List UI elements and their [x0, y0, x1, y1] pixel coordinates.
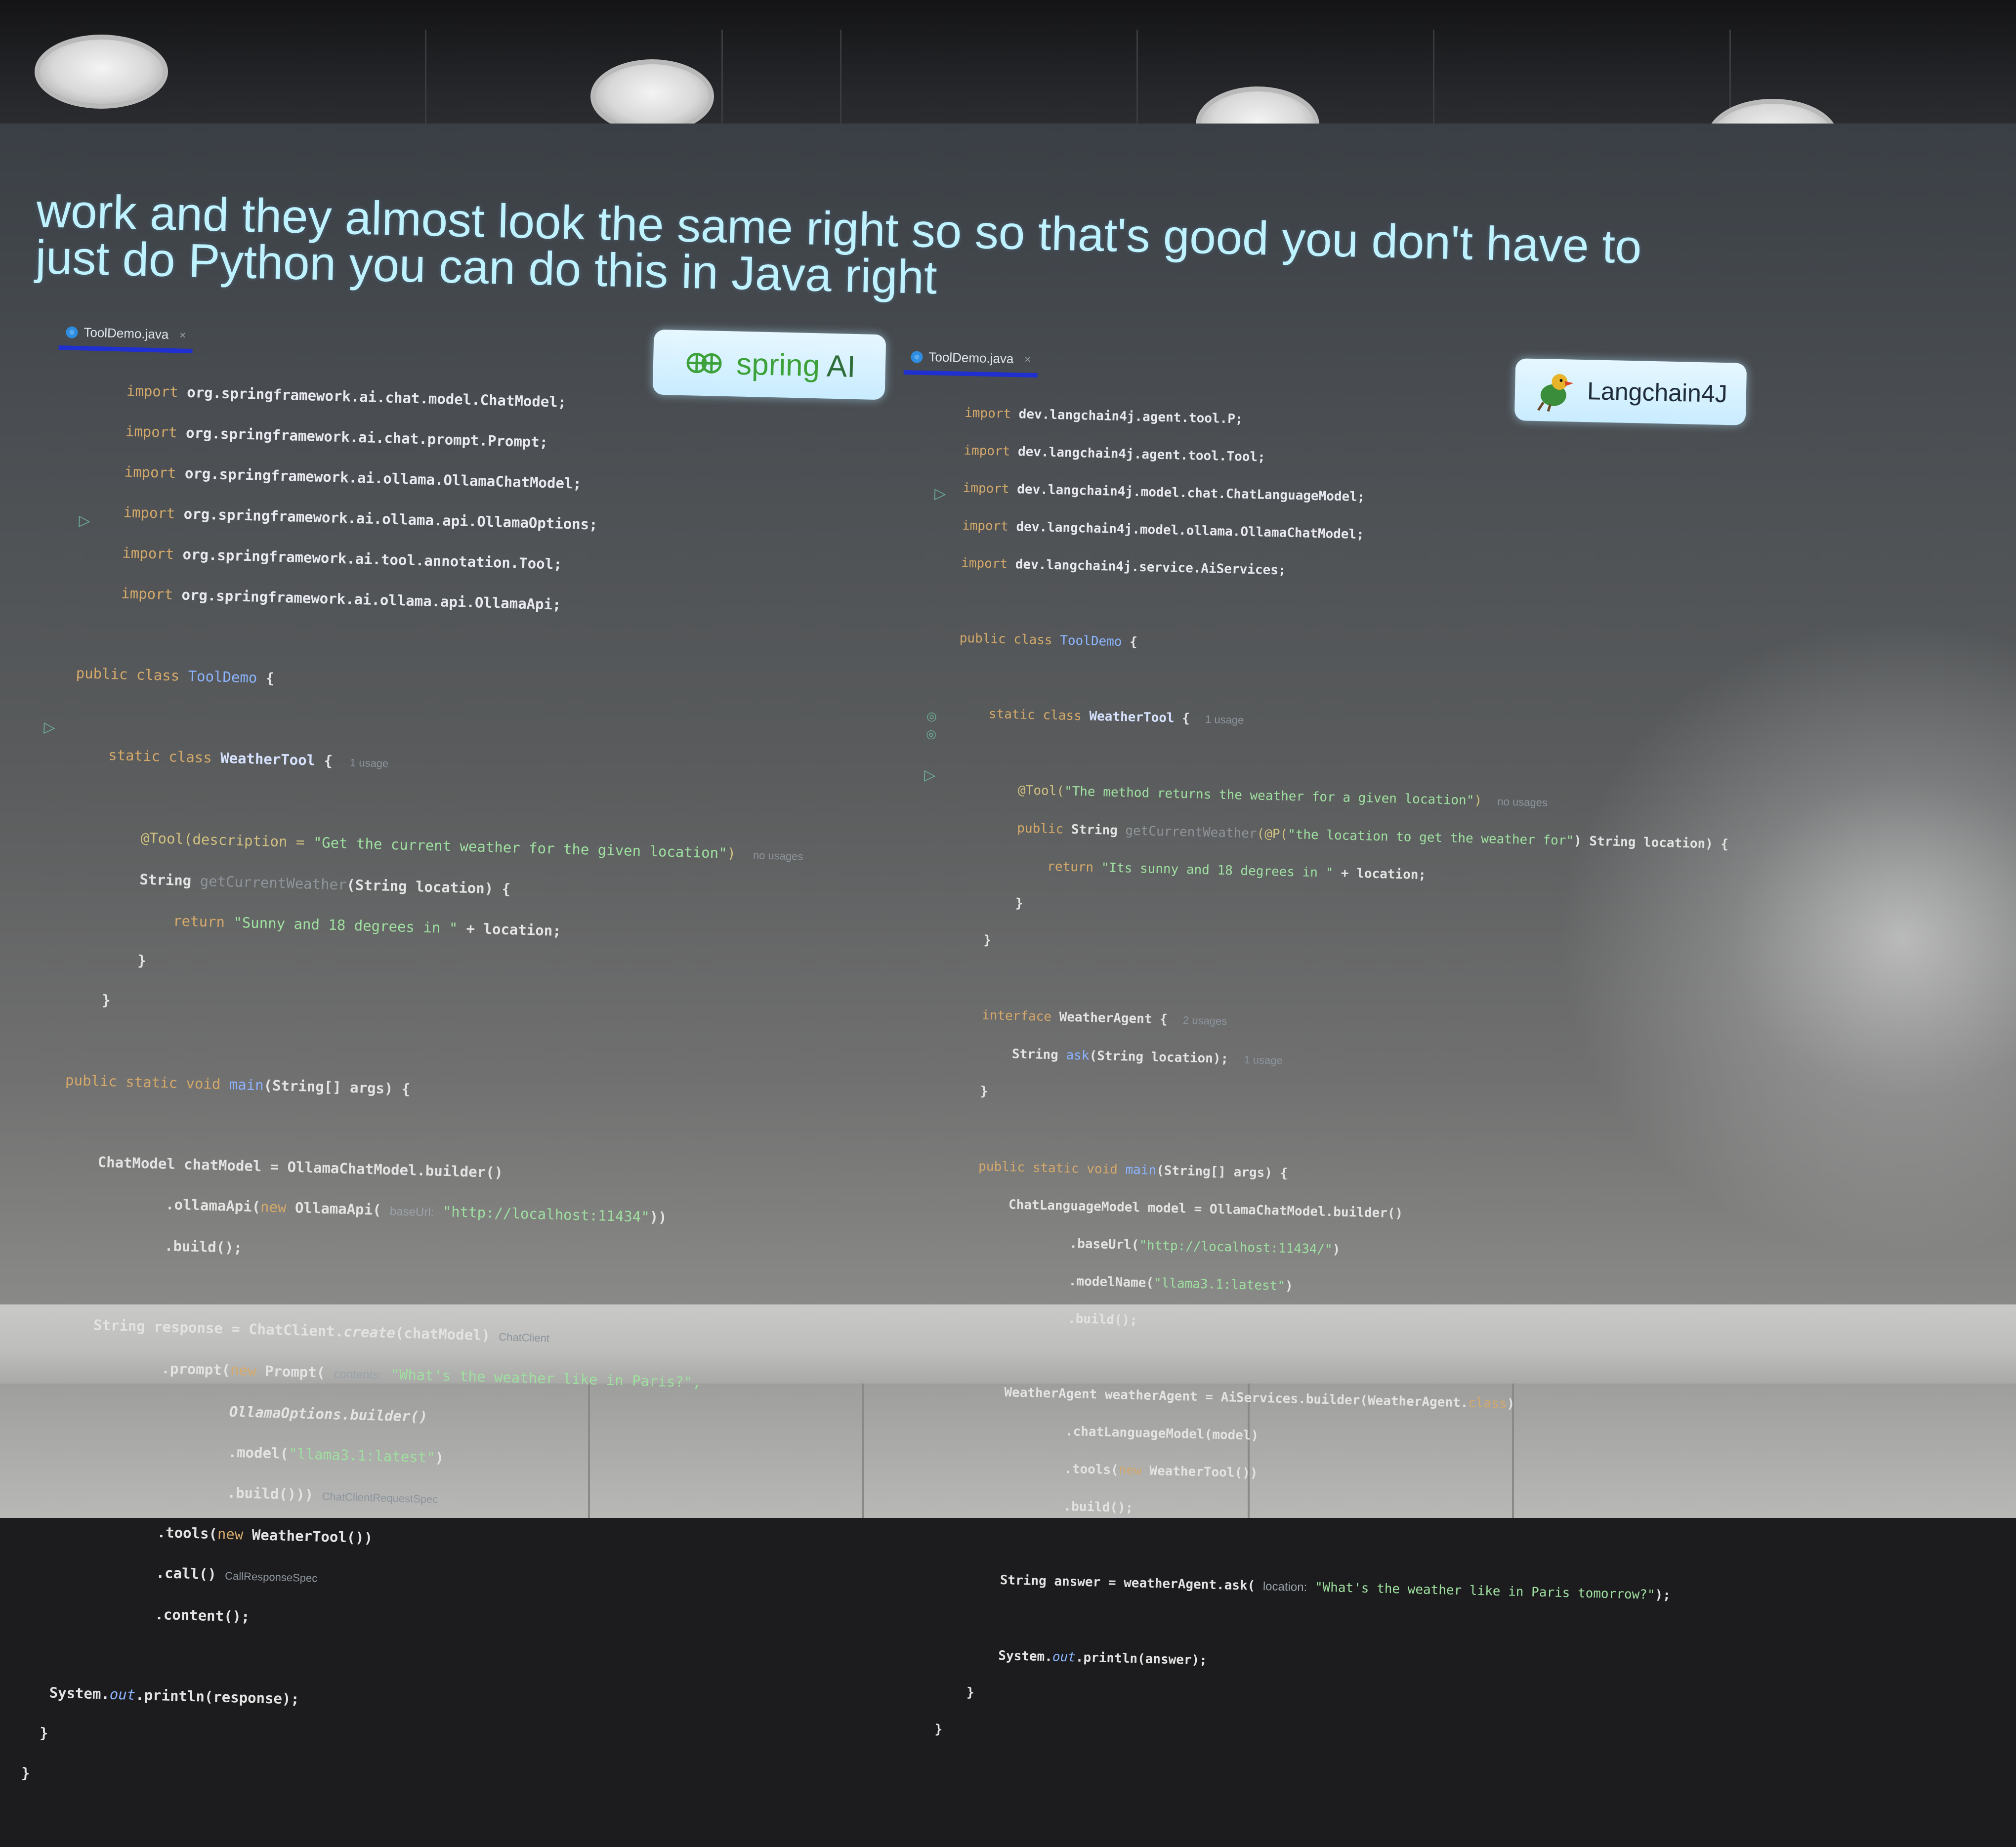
spring-ai-code-panel: ToolDemo.java × import org.springframewo… [20, 321, 938, 1847]
close-tab-icon[interactable]: × [1024, 353, 1031, 366]
code-line: .content(); [155, 1605, 250, 1625]
code-line: import org.springframework.ai.ollama.Oll… [124, 463, 582, 492]
code-line: } [980, 1084, 988, 1099]
usage-hint: no usages [1497, 795, 1548, 809]
code-line: return "Its sunny and 18 degrees in " + … [1047, 859, 1427, 883]
code-line: } [21, 1764, 30, 1782]
code-line: .modelName("llama3.1:latest") [1068, 1274, 1294, 1294]
code-line: } [1015, 896, 1023, 911]
code-line: import dev.langchain4j.agent.tool.Tool; [964, 443, 1266, 465]
java-class-icon [911, 350, 923, 363]
type-hint: ChatClientRequestSpec [322, 1490, 438, 1506]
implementations-icon[interactable]: ◎ [926, 709, 937, 723]
code-line: ChatModel chatModel = OllamaChatModel.bu… [97, 1153, 504, 1181]
code-line: import dev.langchain4j.model.ollama.Olla… [962, 518, 1365, 543]
usage-hint: 1 usage [1205, 713, 1244, 726]
code-line: static class WeatherTool { 1 usage [108, 746, 389, 770]
code-editor[interactable]: import dev.langchain4j.agent.tool.P; imp… [872, 383, 1827, 1796]
run-main-icon[interactable]: ▷ [43, 718, 55, 736]
code-line: .tools(new WeatherTool()) [157, 1524, 373, 1547]
code-line: } [966, 1685, 975, 1700]
code-line: @Tool(description = "Get the current wea… [140, 829, 803, 863]
implementations-icon[interactable]: ◎ [926, 727, 937, 741]
code-line: String getCurrentWeather(String location… [139, 871, 511, 898]
run-main-icon[interactable]: ▷ [924, 766, 936, 784]
tab-label: ToolDemo.java [84, 325, 169, 342]
usage-hint: 1 usage [349, 756, 389, 770]
code-line: .ollamaApi(new OllamaApi( baseUrl: "http… [165, 1196, 668, 1226]
code-line: static class WeatherTool { 1 usage [988, 707, 1244, 726]
run-class-icon[interactable]: ▷ [934, 485, 946, 503]
code-line: public static void main(String[] args) { [978, 1159, 1288, 1181]
code-line: String answer = weatherAgent.ask( locati… [1000, 1573, 1671, 1603]
code-line: .baseUrl("http://localhost:11434/") [1069, 1236, 1341, 1258]
code-line: .tools(new WeatherTool()) [1064, 1461, 1258, 1481]
code-line: import org.springframework.ai.ollama.api… [123, 504, 598, 533]
code-line: .build(); [164, 1237, 243, 1257]
code-line: .build(); [1063, 1499, 1134, 1516]
code-line: import org.springframework.ai.chat.model… [126, 382, 567, 411]
code-line: import org.springframework.ai.ollama.api… [121, 585, 561, 613]
code-line: .prompt(new Prompt( contents: "What's th… [161, 1360, 702, 1391]
langchain4j-code-panel: ToolDemo.java × import dev.langchain4j.a… [872, 346, 1828, 1796]
code-line: .model("llama3.1:latest") [228, 1443, 444, 1467]
code-line: .build(); [1067, 1311, 1138, 1328]
type-hint: CallResponseSpec [224, 1569, 318, 1585]
code-line: import dev.langchain4j.service.AiService… [961, 555, 1286, 578]
tab-tooldemo-java[interactable]: ToolDemo.java × [58, 321, 193, 354]
code-line: public static void main(String[] args) { [65, 1071, 411, 1098]
usage-hint: 1 usage [1244, 1053, 1283, 1067]
code-line: String response = ChatClient.create(chat… [93, 1316, 550, 1344]
tab-label: ToolDemo.java [928, 349, 1014, 367]
code-line: return "Sunny and 18 degrees in " + loca… [172, 912, 562, 940]
tab-tooldemo-java[interactable]: ToolDemo.java × [903, 346, 1038, 378]
code-line: .build())) ChatClientRequestSpec [227, 1484, 438, 1506]
code-line: @Tool("The method returns the weather fo… [1017, 783, 1548, 809]
code-line: } [934, 1722, 943, 1737]
code-line: } [983, 932, 992, 948]
code-line: System.out.println(response); [49, 1684, 300, 1708]
type-hint: ChatClient [499, 1330, 550, 1344]
code-line: import dev.langchain4j.model.chat.ChatLa… [963, 480, 1365, 505]
ceiling-light [35, 35, 168, 109]
code-line: public String getCurrentWeather(@P("the … [1017, 821, 1729, 852]
code-line: public class ToolDemo { [959, 630, 1138, 650]
close-tab-icon[interactable]: × [179, 329, 186, 341]
code-line: ChatLanguageModel model = OllamaChatMode… [1008, 1197, 1403, 1221]
code-line: public class ToolDemo { [76, 665, 275, 687]
code-line: .call() CallResponseSpec [156, 1564, 318, 1585]
ceiling-light [590, 59, 714, 133]
usage-hint: 2 usages [1182, 1014, 1227, 1028]
code-line: import dev.langchain4j.agent.tool.P; [964, 405, 1243, 427]
code-line: import org.springframework.ai.tool.annot… [122, 544, 563, 573]
code-line: } [101, 991, 111, 1009]
code-line: String ask(String location); 1 usage [1011, 1047, 1283, 1067]
code-line: .chatLanguageModel(model) [1065, 1424, 1259, 1443]
java-class-icon [66, 326, 78, 338]
code-editor[interactable]: import org.springframework.ai.chat.model… [20, 359, 937, 1847]
code-line: } [137, 952, 147, 969]
code-line: WeatherAgent weatherAgent = AiServices.b… [1004, 1385, 1515, 1412]
run-class-icon[interactable]: ▷ [79, 512, 90, 530]
usage-hint: no usages [753, 849, 803, 863]
code-line: } [39, 1724, 49, 1742]
code-line: import org.springframework.ai.chat.promp… [125, 422, 548, 451]
code-line: interface WeatherAgent { 2 usages [981, 1007, 1227, 1028]
code-line: System.out.println(answer); [998, 1648, 1208, 1668]
code-line: OllamaOptions.builder() [229, 1403, 428, 1426]
